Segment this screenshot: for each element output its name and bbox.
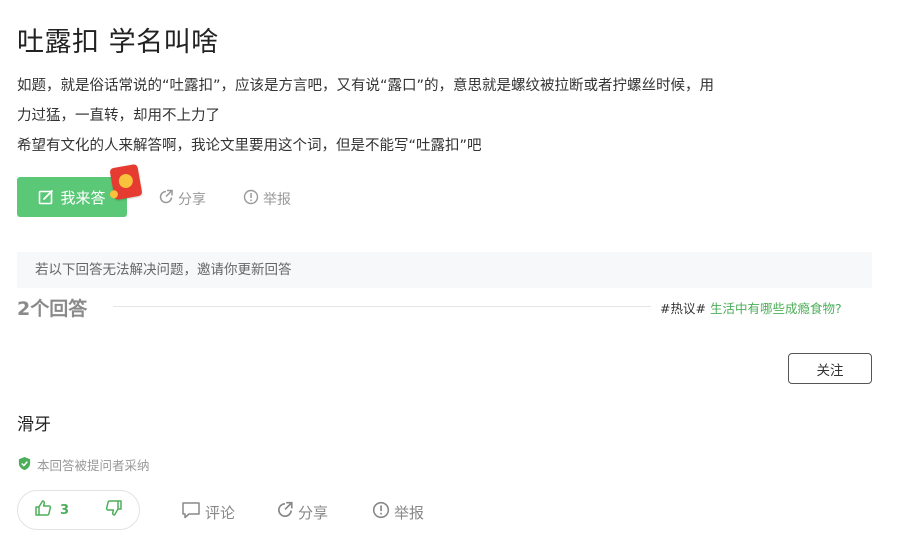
- question-description-line-3: 希望有文化的人来解答啊，我论文里要用这个词，但是不能写“吐露扣”吧: [17, 138, 482, 154]
- share-question-link[interactable]: 分享: [158, 189, 206, 209]
- edit-icon: [38, 189, 54, 205]
- thumbs-up-icon: [34, 499, 52, 521]
- share-icon: [276, 501, 294, 523]
- question-description-line-1: 如题，就是俗话常说的“吐露扣”，应该是方言吧，又有说“露口”的，意思就是螺纹被拉…: [17, 78, 715, 94]
- report-label: 举报: [263, 192, 291, 208]
- redpacket-icon[interactable]: [109, 163, 143, 201]
- answer-button-label: 我来答: [60, 188, 106, 207]
- follow-button[interactable]: 关注: [788, 353, 872, 384]
- answers-count: 2个回答: [17, 298, 88, 320]
- share-label: 分享: [298, 503, 329, 522]
- accepted-label: 本回答被提问者采纳: [37, 458, 150, 473]
- comment-icon: [181, 501, 201, 523]
- comment-label: 评论: [205, 503, 236, 522]
- question-title: 吐露扣 学名叫啥: [17, 27, 219, 58]
- hot-topic-link[interactable]: 生活中有哪些成瘾食物?: [710, 301, 842, 316]
- question-description-line-2: 力过猛，一直转，却用不上力了: [17, 108, 220, 124]
- section-divider: [113, 306, 651, 307]
- upvote-count: 3: [60, 502, 70, 518]
- hot-topic: #热议# 生活中有哪些成瘾食物?: [660, 298, 842, 317]
- downvote-button[interactable]: [105, 499, 123, 521]
- upvote-button[interactable]: 3: [34, 499, 69, 521]
- hot-topic-tag: #热议#: [660, 301, 706, 316]
- share-icon: [158, 189, 174, 209]
- vote-control: 3: [17, 490, 140, 530]
- report-question-link[interactable]: 举报: [243, 189, 291, 209]
- shield-check-icon: [17, 456, 32, 474]
- share-label: 分享: [178, 192, 206, 208]
- report-icon: [243, 189, 259, 209]
- report-icon: [372, 501, 390, 523]
- thumbs-down-icon: [105, 499, 123, 521]
- report-answer-link[interactable]: 举报: [372, 501, 424, 523]
- share-answer-link[interactable]: 分享: [276, 501, 328, 523]
- report-label: 举报: [394, 503, 425, 522]
- comment-link[interactable]: 评论: [181, 501, 235, 523]
- answer-text: 滑牙: [17, 415, 51, 435]
- update-answer-notice: 若以下回答无法解决问题，邀请你更新回答: [17, 252, 872, 288]
- accepted-badge: 本回答被提问者采纳: [17, 455, 150, 474]
